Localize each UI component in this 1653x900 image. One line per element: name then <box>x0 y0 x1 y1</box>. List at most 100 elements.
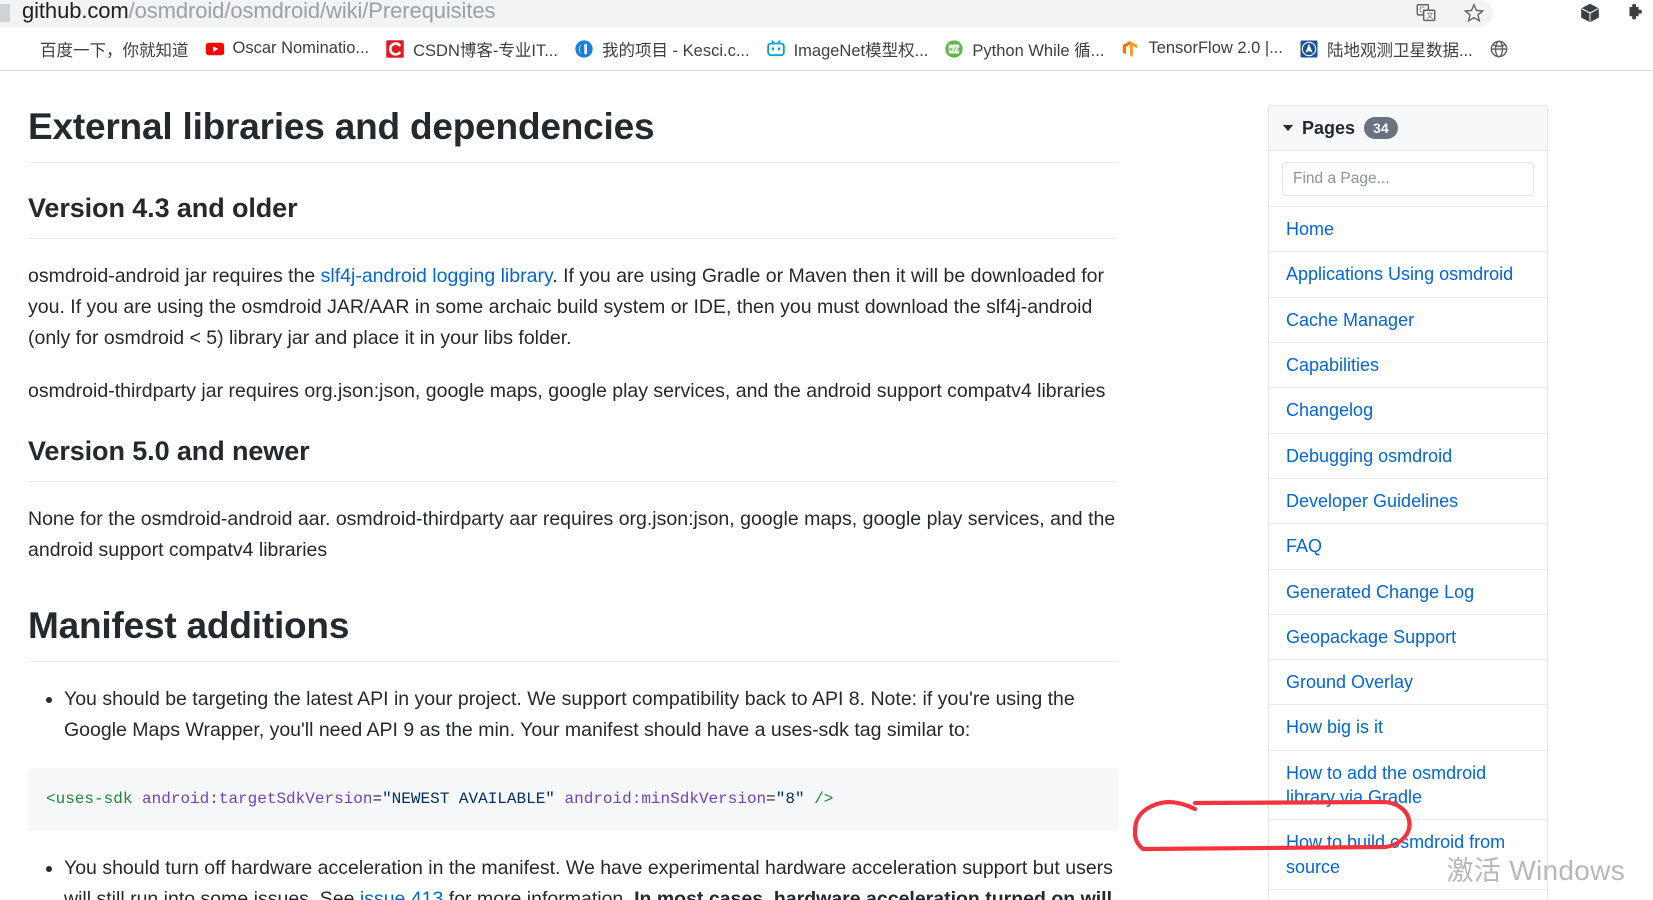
pages-panel-header[interactable]: Pages 34 <box>1269 106 1547 152</box>
csdn-favicon <box>385 39 405 59</box>
url-path: /osmdroid/osmdroid/wiki/Prerequisites <box>128 0 496 23</box>
list-item[interactable]: Geopackage Support <box>1269 613 1547 659</box>
bookmark-satellite-data[interactable]: 陆地观测卫星数据... <box>1291 34 1481 64</box>
list-item: You should be targeting the latest API i… <box>64 684 1118 746</box>
sidebar-page-geopackage-support[interactable]: Geopackage Support <box>1286 625 1533 649</box>
code-token-value-min-sdk: "8" <box>775 789 805 808</box>
bookmark-label: CSDN博客-专业IT... <box>413 41 558 60</box>
list-item[interactable]: Cache Manager <box>1269 296 1547 342</box>
list-item[interactable]: How to include OsmDroid in a Maven Andro… <box>1269 888 1547 900</box>
sidebar-page-changelog[interactable]: Changelog <box>1286 398 1533 422</box>
list-item[interactable]: FAQ <box>1269 523 1547 568</box>
globe-favicon <box>1489 39 1509 59</box>
pages-count-badge: 34 <box>1364 117 1398 140</box>
bookmark-imagenet[interactable]: ImageNet模型权... <box>758 34 937 64</box>
sidebar-page-faq[interactable]: FAQ <box>1286 534 1533 558</box>
bookmark-label: Python While 循... <box>972 41 1105 60</box>
kesci-favicon <box>574 39 594 59</box>
translate-icon[interactable]: G 文 <box>1415 2 1437 24</box>
code-token-value-target-sdk: "NEWEST AVAILABLE" <box>382 789 555 808</box>
bookmark-label: TensorFlow 2.0 |... <box>1148 39 1283 57</box>
list-item[interactable]: Home <box>1269 206 1547 251</box>
wiki-pages-sidebar: Pages 34 Home Applications Using osmdroi… <box>1268 105 1548 900</box>
sidebar-page-capabilities[interactable]: Capabilities <box>1286 353 1533 377</box>
code-token-tag-open: <uses-sdk <box>46 789 133 808</box>
bookmark-csdn[interactable]: CSDN博客-专业IT... <box>377 34 566 64</box>
paragraph-text-pre: osmdroid-android jar requires the <box>28 265 321 288</box>
tensorflow-favicon <box>1120 39 1140 59</box>
bookmark-tensorflow[interactable]: TensorFlow 2.0 |... <box>1112 36 1291 62</box>
bookmark-label: 陆地观测卫星数据... <box>1326 41 1473 60</box>
extensions-box-icon[interactable] <box>1579 2 1601 24</box>
python-tutorial-favicon: </> <box>944 39 964 59</box>
paragraph-thirdparty: osmdroid-thirdparty jar requires org.jso… <box>28 379 1106 402</box>
bilibili-favicon <box>766 39 786 59</box>
sidebar-page-ground-overlay[interactable]: Ground Overlay <box>1286 670 1533 694</box>
list-item[interactable]: Capabilities <box>1269 342 1547 387</box>
sidebar-page-developer-guidelines[interactable]: Developer Guidelines <box>1286 489 1533 513</box>
heading-version-5-0: Version 5.0 and newer <box>28 435 1118 483</box>
list-item[interactable]: Generated Change Log <box>1269 568 1547 614</box>
find-page-input[interactable] <box>1282 162 1534 197</box>
satellite-data-favicon <box>1299 39 1319 59</box>
bookmark-baidu[interactable]: 百度一下，你就知道 <box>4 34 197 64</box>
list-item[interactable]: Debugging osmdroid <box>1269 432 1547 478</box>
omnibox-row: github.com/osmdroid/osmdroid/wiki/Prereq… <box>0 0 1653 27</box>
bookmark-globe[interactable] <box>1481 36 1525 62</box>
bookmark-label: ImageNet模型权... <box>793 41 929 60</box>
sidebar-page-debugging-osmdroid[interactable]: Debugging osmdroid <box>1286 444 1533 468</box>
code-token-attr-target-sdk: android:targetSdkVersion <box>142 789 373 808</box>
sidebar-page-generated-change-log[interactable]: Generated Change Log <box>1286 580 1533 604</box>
address-bar-left-edge <box>0 4 10 22</box>
sidebar-page-how-big-is-it[interactable]: How big is it <box>1286 715 1533 739</box>
list-item[interactable]: Changelog <box>1269 387 1547 432</box>
page-viewport: External libraries and dependencies Vers… <box>0 71 1653 900</box>
bookmark-star-icon[interactable] <box>1463 2 1485 24</box>
puzzle-extension-icon[interactable] <box>1625 2 1647 24</box>
sidebar-page-how-to-add-osmdroid-library-via-gradle[interactable]: How to add the osmdroid library via Grad… <box>1286 761 1533 810</box>
code-block-uses-sdk: <uses-sdk android:targetSdkVersion="NEWE… <box>28 767 1118 831</box>
bullet-text-bold: In most cases, hardware acceleration tur… <box>634 887 1112 900</box>
find-page-wrapper <box>1269 151 1547 206</box>
issue-413-link[interactable]: issue 413 <box>360 888 443 900</box>
wiki-content-column: External libraries and dependencies Vers… <box>28 71 1118 900</box>
list-item[interactable]: How to add the osmdroid library via Grad… <box>1269 749 1547 820</box>
bullet-text-part2: for more information. <box>443 887 635 900</box>
watermark-cn-text: 激活 <box>1446 856 1502 886</box>
bookmark-label: 我的项目 - Kesci.c... <box>601 41 750 60</box>
url-text[interactable]: github.com/osmdroid/osmdroid/wiki/Prereq… <box>22 0 496 24</box>
bookmarks-bar: 百度一下，你就知道 Oscar Nominatio... CSDN博客-专业IT… <box>0 27 1653 71</box>
code-token-equals-2: = <box>766 789 776 808</box>
list-item[interactable]: Developer Guidelines <box>1269 477 1547 523</box>
page-title-external-libraries: External libraries and dependencies <box>28 105 1118 164</box>
browser-chrome: github.com/osmdroid/osmdroid/wiki/Prereq… <box>0 0 1653 71</box>
sidebar-page-applications-using-osmdroid[interactable]: Applications Using osmdroid <box>1286 262 1533 286</box>
pages-list: Home Applications Using osmdroid Cache M… <box>1269 206 1547 900</box>
omnibox-action-icons: G 文 <box>1415 2 1485 24</box>
paragraph-version-50: None for the osmdroid-android aar. osmdr… <box>28 508 1116 561</box>
sidebar-page-home[interactable]: Home <box>1286 217 1533 241</box>
list-item[interactable]: Applications Using osmdroid <box>1269 251 1547 296</box>
code-token-equals: = <box>372 789 383 808</box>
bookmark-label: 百度一下，你就知道 <box>40 41 189 60</box>
slf4j-android-link[interactable]: slf4j-android logging library <box>321 265 553 287</box>
list-item[interactable]: How big is it <box>1269 704 1547 749</box>
bookmark-python-while[interactable]: </> Python While 循... <box>936 34 1112 64</box>
pages-panel-title: Pages <box>1302 117 1356 138</box>
heading-manifest-additions: Manifest additions <box>28 604 1118 663</box>
chevron-down-icon[interactable] <box>1283 125 1293 132</box>
bookmark-label: Oscar Nominatio... <box>232 39 370 57</box>
list-item[interactable]: Ground Overlay <box>1269 659 1547 704</box>
baidu-favicon <box>12 39 32 59</box>
list-item: You should turn off hardware acceleratio… <box>64 853 1118 900</box>
browser-toolbar-icons <box>1579 2 1647 24</box>
code-token-attr-min-sdk: android:minSdkVersion <box>564 789 767 808</box>
svg-text:</>: </> <box>950 46 961 53</box>
bookmark-kesci[interactable]: 我的项目 - Kesci.c... <box>566 34 758 64</box>
paragraph-version-43: osmdroid-android jar requires the slf4j-… <box>28 261 1118 353</box>
watermark-en-text: Windows <box>1509 855 1625 886</box>
bookmark-oscar-nominations[interactable]: Oscar Nominatio... <box>197 36 378 62</box>
sidebar-page-cache-manager[interactable]: Cache Manager <box>1286 308 1533 332</box>
windows-activation-watermark: 激活 Windows <box>1447 849 1625 888</box>
manifest-bullet-list-1: You should be targeting the latest API i… <box>28 684 1118 746</box>
